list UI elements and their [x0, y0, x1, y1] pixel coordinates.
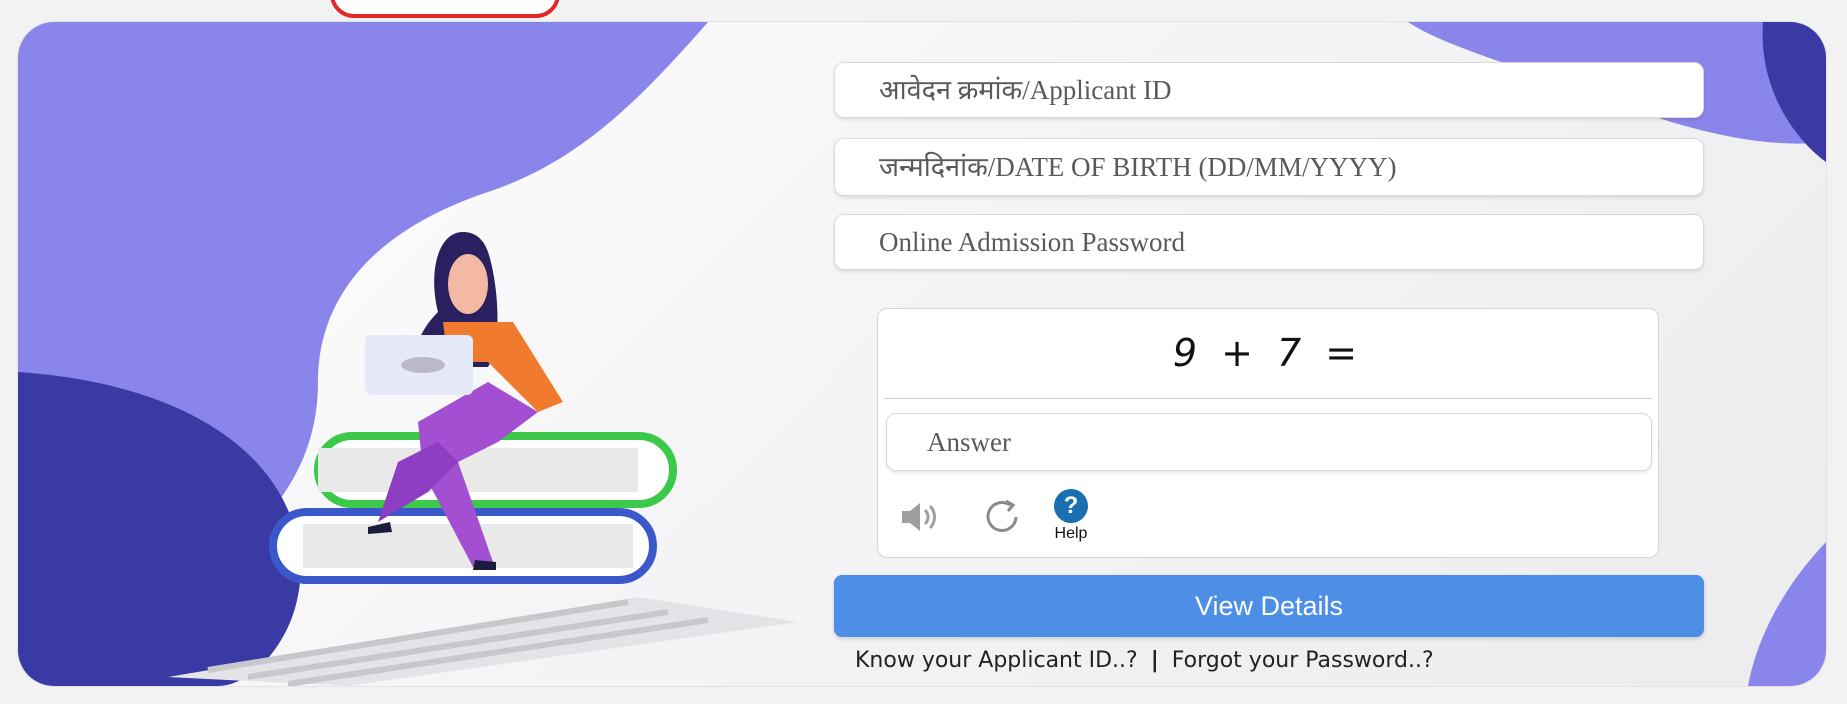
know-applicant-id-link[interactable]: Know your Applicant ID..? — [855, 648, 1138, 673]
view-details-button[interactable]: View Details — [834, 575, 1704, 637]
captcha-answer-input[interactable] — [886, 413, 1652, 471]
help-icon: ? — [1054, 489, 1088, 523]
password-input[interactable] — [834, 214, 1704, 270]
keyboard-icon — [168, 597, 798, 686]
refresh-icon[interactable] — [980, 495, 1024, 539]
captcha-question: 9 + 7 = — [1172, 331, 1364, 375]
forgot-password-link[interactable]: Forgot your Password..? — [1172, 648, 1434, 673]
captcha-tools: ? Help — [898, 489, 1088, 549]
bottom-right-purple-blob — [1748, 542, 1826, 686]
top-tab-outline — [330, 0, 560, 18]
date-of-birth-input[interactable] — [834, 138, 1704, 196]
speaker-icon[interactable] — [898, 497, 942, 537]
help-links: Know your Applicant ID..? | Forgot your … — [855, 648, 1705, 673]
student-illustration-icon — [168, 232, 798, 686]
help-button[interactable]: ? Help — [1054, 489, 1088, 543]
applicant-id-input[interactable] — [834, 62, 1704, 118]
divider — [884, 398, 1652, 399]
help-label: Help — [1054, 525, 1088, 542]
captcha-box: 9 + 7 = ? Help — [877, 308, 1659, 558]
link-separator: | — [1150, 648, 1159, 673]
